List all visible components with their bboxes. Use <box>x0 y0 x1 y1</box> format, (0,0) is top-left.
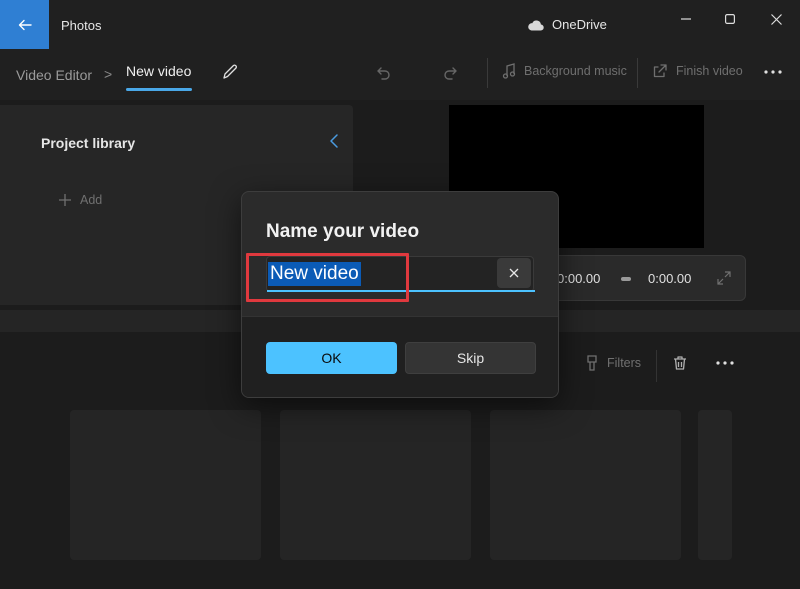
breadcrumb-underline <box>126 88 192 91</box>
clear-icon <box>509 268 519 278</box>
more-icon <box>764 70 782 74</box>
toolbar-divider <box>637 58 638 88</box>
breadcrumb-current: New video <box>126 63 192 79</box>
expand-icon <box>717 271 731 285</box>
add-label: Add <box>80 193 103 207</box>
more-options-button[interactable] <box>763 64 783 80</box>
app-title: Photos <box>61 18 102 33</box>
name-video-dialog: Name your video New video OK Skip <box>241 191 559 398</box>
back-button[interactable] <box>0 0 49 49</box>
onedrive-status[interactable]: OneDrive <box>527 17 607 32</box>
input-focus-underline <box>267 290 535 292</box>
breadcrumb-video-editor[interactable]: Video Editor <box>16 67 92 83</box>
minimize-button[interactable] <box>676 9 696 29</box>
share-icon <box>653 64 667 78</box>
filters-label: Filters <box>607 356 642 370</box>
background-music-label: Background music <box>524 64 627 78</box>
chevron-left-icon <box>330 134 338 148</box>
total-time: 0:00.00 <box>648 271 692 286</box>
trash-icon <box>674 356 686 370</box>
finish-video-button[interactable]: Finish video <box>652 63 743 79</box>
onedrive-label: OneDrive <box>552 17 607 32</box>
breadcrumb-separator: > <box>104 66 113 82</box>
maximize-button[interactable] <box>720 9 740 29</box>
storyboard-more-button[interactable] <box>715 357 735 369</box>
skip-button[interactable]: Skip <box>405 342 536 374</box>
dialog-footer: OK Skip <box>242 316 558 397</box>
seek-slider[interactable] <box>621 277 631 281</box>
minimize-icon <box>681 18 691 20</box>
video-name-input[interactable]: New video <box>266 256 535 292</box>
back-arrow-icon <box>18 19 32 30</box>
toolbar-divider <box>487 58 488 88</box>
storyboard-toolbar-divider <box>656 350 657 382</box>
music-note-icon <box>502 63 516 79</box>
finish-video-label: Finish video <box>676 64 743 78</box>
editor-toolbar: Video Editor > New video Background musi… <box>0 50 800 100</box>
background-music-button[interactable]: Background music <box>502 63 627 79</box>
fullscreen-button[interactable] <box>717 271 731 285</box>
storyboard-clip-slot[interactable] <box>698 410 732 560</box>
more-icon <box>716 361 734 365</box>
undo-button[interactable] <box>373 63 393 83</box>
video-name-value: New video <box>268 262 361 286</box>
dialog-title: Name your video <box>266 221 420 242</box>
title-bar: Photos OneDrive <box>0 0 800 50</box>
redo-button[interactable] <box>441 63 461 83</box>
redo-icon <box>444 67 457 80</box>
maximize-icon <box>725 14 735 24</box>
storyboard-clip-slot[interactable] <box>70 410 261 560</box>
storyboard-clip-slot[interactable] <box>280 410 471 560</box>
close-icon <box>770 13 782 25</box>
filters-icon <box>587 355 597 371</box>
clear-input-button[interactable] <box>497 258 531 288</box>
delete-clip-button[interactable] <box>672 355 688 371</box>
ok-button[interactable]: OK <box>266 342 397 374</box>
rename-button[interactable] <box>220 62 240 82</box>
collapse-library-button[interactable] <box>327 133 341 149</box>
close-button[interactable] <box>766 9 786 29</box>
plus-icon <box>59 194 71 206</box>
project-library-title: Project library <box>41 135 136 151</box>
add-media-button[interactable]: Add <box>58 193 102 207</box>
pencil-icon <box>223 64 237 79</box>
cloud-icon <box>528 19 544 31</box>
current-time: 0:00.00 <box>557 271 601 286</box>
filters-button[interactable]: Filters <box>585 355 641 371</box>
undo-icon <box>377 67 390 80</box>
storyboard-clip-slot[interactable] <box>490 410 681 560</box>
